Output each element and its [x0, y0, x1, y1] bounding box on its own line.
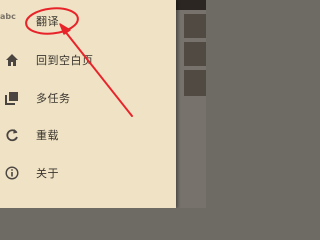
background-block: [184, 14, 206, 38]
navigation-drawer: abc 翻译 回到空白页 多任务 重载 关于: [0, 0, 176, 208]
menu-item-about[interactable]: 关于: [0, 155, 176, 191]
background-block: [184, 70, 206, 96]
menu-item-home[interactable]: 回到空白页: [0, 42, 176, 78]
reload-icon: [4, 127, 20, 143]
menu-item-about-label: 关于: [36, 167, 59, 180]
background-top-strip: [176, 0, 206, 10]
home-icon: [4, 52, 20, 68]
multitask-icon: [4, 90, 20, 106]
menu-item-reload[interactable]: 重载: [0, 117, 176, 153]
menu-item-home-label: 回到空白页: [36, 54, 94, 67]
menu-item-multitask[interactable]: 多任务: [0, 80, 176, 116]
menu-item-reload-label: 重载: [36, 129, 59, 142]
info-icon: [4, 165, 20, 181]
screen: abc 翻译 回到空白页 多任务 重载 关于: [0, 0, 206, 208]
menu-item-multitask-label: 多任务: [36, 92, 71, 105]
menu-item-translate-label: 翻译: [36, 15, 59, 28]
menu-item-translate[interactable]: 翻译: [0, 3, 176, 39]
background-block: [184, 42, 206, 66]
